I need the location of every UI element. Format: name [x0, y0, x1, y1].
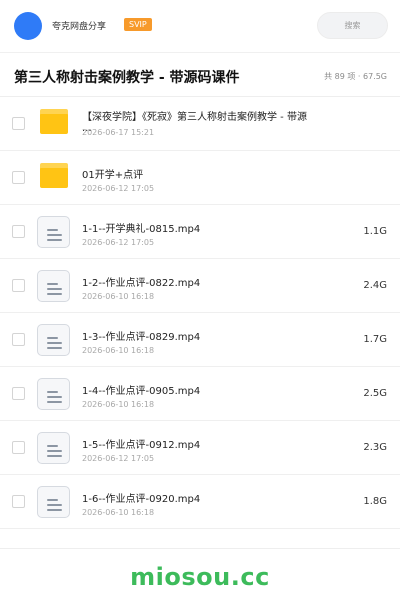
- list-item[interactable]: 01开学+点评 2026-06-12 17:05: [0, 151, 400, 205]
- video-file-icon: [37, 270, 70, 302]
- folder-icon: [40, 163, 68, 188]
- row-checkbox[interactable]: [12, 495, 25, 508]
- watermark: miosou.cc: [130, 563, 270, 591]
- list-item[interactable]: 1-6--作业点评-0920.mp4 2026-06-10 16:18 1.8G: [0, 475, 400, 529]
- item-size: 1.1G: [363, 226, 387, 237]
- list-item[interactable]: 1-3--作业点评-0829.mp4 2026-06-10 16:18 1.7G: [0, 313, 400, 367]
- row-checkbox[interactable]: [12, 387, 25, 400]
- item-date: 2026-06-12 17:05: [82, 454, 155, 463]
- row-checkbox[interactable]: [12, 441, 25, 454]
- avatar[interactable]: [14, 12, 42, 40]
- folder-icon: [40, 109, 68, 134]
- folder-header: 第三人称射击案例教学 - 带源码课件 共 89 项 · 67.5G: [0, 58, 400, 94]
- row-checkbox[interactable]: [12, 117, 25, 130]
- item-name: 1-5--作业点评-0912.mp4: [82, 440, 201, 451]
- item-size: 2.4G: [363, 280, 387, 291]
- list-item[interactable]: 1-1--开学典礼-0815.mp4 2026-06-12 17:05 1.1G: [0, 205, 400, 259]
- item-size: 1.7G: [363, 334, 387, 345]
- top-bar: 夸克网盘分享 SVIP 搜索: [0, 0, 400, 52]
- item-name: 1-1--开学典礼-0815.mp4: [82, 224, 201, 235]
- item-name: 1-3--作业点评-0829.mp4: [82, 332, 201, 343]
- list-item[interactable]: 1-4--作业点评-0905.mp4 2026-06-10 16:18 2.5G: [0, 367, 400, 421]
- footer-divider: [0, 548, 400, 549]
- item-date: 2026-06-10 16:18: [82, 346, 155, 355]
- item-name: 1-2--作业点评-0822.mp4: [82, 278, 201, 289]
- list-item[interactable]: 【深夜学院】《死寂》第三人称射击案例教学 - 带源··· 2026-06-17 …: [0, 97, 400, 151]
- file-list: 【深夜学院】《死寂》第三人称射击案例教学 - 带源··· 2026-06-17 …: [0, 97, 400, 529]
- video-file-icon: [37, 324, 70, 356]
- item-name: 01开学+点评: [82, 170, 144, 181]
- item-name: 1-6--作业点评-0920.mp4: [82, 494, 201, 505]
- item-date: 2026-06-12 17:05: [82, 184, 155, 193]
- item-size: 2.3G: [363, 442, 387, 453]
- video-file-icon: [37, 216, 70, 248]
- list-item[interactable]: 1-5--作业点评-0912.mp4 2026-06-12 17:05 2.3G: [0, 421, 400, 475]
- video-file-icon: [37, 486, 70, 518]
- svip-badge: SVIP: [124, 18, 152, 31]
- item-date: 2026-06-17 15:21: [82, 128, 155, 137]
- page-title: 第三人称射击案例教学 - 带源码课件: [14, 70, 240, 86]
- item-date: 2026-06-10 16:18: [82, 400, 155, 409]
- item-count: 共 89 项 · 67.5G: [324, 72, 387, 81]
- video-file-icon: [37, 378, 70, 410]
- row-checkbox[interactable]: [12, 171, 25, 184]
- share-owner-name: 夸克网盘分享: [52, 22, 107, 32]
- item-date: 2026-06-12 17:05: [82, 238, 155, 247]
- search-input[interactable]: 搜索: [317, 12, 388, 39]
- row-checkbox[interactable]: [12, 279, 25, 292]
- video-file-icon: [37, 432, 70, 464]
- item-date: 2026-06-10 16:18: [82, 292, 155, 301]
- item-date: 2026-06-10 16:18: [82, 508, 155, 517]
- list-item[interactable]: 1-2--作业点评-0822.mp4 2026-06-10 16:18 2.4G: [0, 259, 400, 313]
- item-size: 1.8G: [363, 496, 387, 507]
- item-name: 1-4--作业点评-0905.mp4: [82, 386, 201, 397]
- row-checkbox[interactable]: [12, 225, 25, 238]
- row-checkbox[interactable]: [12, 333, 25, 346]
- header-divider: [0, 52, 400, 53]
- item-size: 2.5G: [363, 388, 387, 399]
